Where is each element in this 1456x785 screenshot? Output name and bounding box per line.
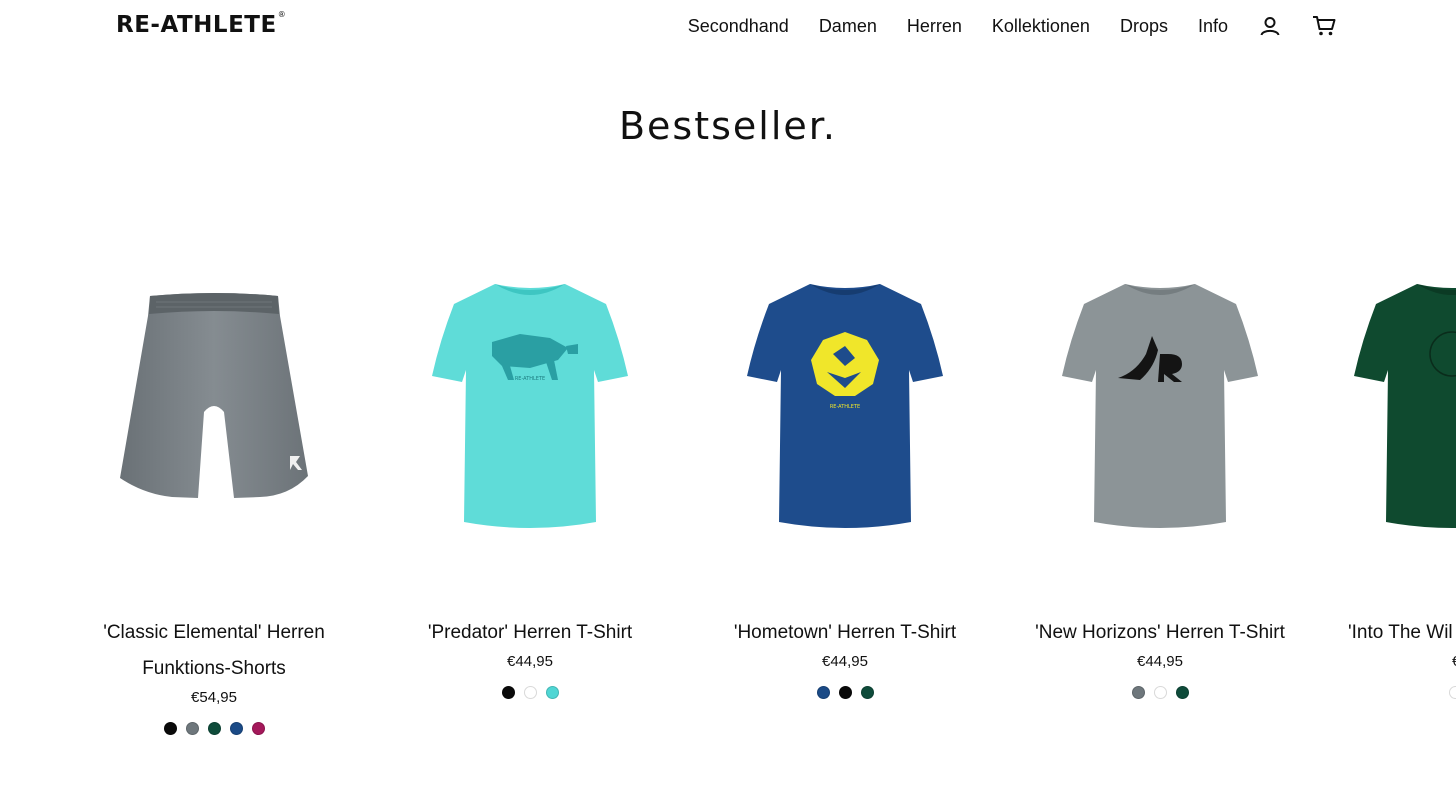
product-name[interactable]: 'Predator' Herren T-Shirt xyxy=(380,615,680,651)
swatch-white[interactable] xyxy=(1448,686,1456,699)
account-icon[interactable] xyxy=(1258,14,1282,38)
registered-mark: ® xyxy=(277,10,287,20)
swatch-grey[interactable] xyxy=(185,722,199,735)
color-swatches xyxy=(1010,686,1310,699)
product-image-shorts[interactable] xyxy=(64,250,364,570)
product-name[interactable]: 'New Horizons' Herren T-Shirt xyxy=(1010,615,1310,651)
swatch-grey[interactable] xyxy=(1131,686,1145,699)
product-image-tshirt-eagle[interactable] xyxy=(1010,250,1310,570)
product-card[interactable]: RE-ATHLETE 'Predator' Herren T-Shirt €44… xyxy=(380,250,680,699)
product-name[interactable]: 'Hometown' Herren T-Shirt xyxy=(695,615,995,651)
nav-item-secondhand[interactable]: Secondhand xyxy=(688,16,789,37)
swatch-black[interactable] xyxy=(838,686,852,699)
main-nav: Secondhand Damen Herren Kollektionen Dro… xyxy=(658,14,1336,38)
swatch-green[interactable] xyxy=(207,722,221,735)
swatch-green[interactable] xyxy=(1175,686,1189,699)
color-swatches xyxy=(64,722,364,735)
page: RE-ATHLETE® Secondhand Damen Herren Koll… xyxy=(0,0,1456,785)
color-swatches xyxy=(380,686,680,699)
swatch-green[interactable] xyxy=(860,686,874,699)
product-image-tshirt-lion[interactable]: RE-ATHLETE xyxy=(695,250,995,570)
svg-text:RE-ATHLETE: RE-ATHLETE xyxy=(515,376,545,382)
nav-item-drops[interactable]: Drops xyxy=(1120,16,1168,37)
product-name[interactable]: 'Into The Wil xyxy=(1326,615,1456,651)
product-name[interactable]: 'Classic Elemental' Herren Funktions-Sho… xyxy=(64,615,364,687)
product-card[interactable]: 'Into The Wil € xyxy=(1326,250,1456,699)
product-price: €44,95 xyxy=(822,653,868,670)
color-swatches xyxy=(695,686,995,699)
nav-item-herren[interactable]: Herren xyxy=(907,16,962,37)
swatch-white[interactable] xyxy=(1153,686,1167,699)
nav-item-info[interactable]: Info xyxy=(1198,16,1228,37)
product-image-tshirt-green[interactable] xyxy=(1326,250,1456,570)
cart-icon[interactable] xyxy=(1312,14,1336,38)
site-header: RE-ATHLETE® Secondhand Damen Herren Koll… xyxy=(0,0,1456,56)
product-card[interactable]: 'New Horizons' Herren T-Shirt €44,95 xyxy=(1010,250,1310,699)
product-card[interactable]: RE-ATHLETE 'Hometown' Herren T-Shirt €44… xyxy=(695,250,995,699)
nav-item-kollektionen[interactable]: Kollektionen xyxy=(992,16,1090,37)
swatch-black[interactable] xyxy=(163,722,177,735)
product-price: €44,95 xyxy=(507,653,553,670)
logo-text: RE-ATHLETE xyxy=(116,12,277,38)
product-price: €44,95 xyxy=(1137,653,1183,670)
product-price: €54,95 xyxy=(191,689,237,706)
swatch-turquoise[interactable] xyxy=(545,686,559,699)
section-title: Bestseller. xyxy=(618,104,838,148)
swatch-blue[interactable] xyxy=(229,722,243,735)
logo[interactable]: RE-ATHLETE® xyxy=(116,10,287,38)
swatch-white[interactable] xyxy=(523,686,537,699)
swatch-magenta[interactable] xyxy=(251,722,265,735)
swatch-blue[interactable] xyxy=(816,686,830,699)
product-price: € xyxy=(1326,653,1456,670)
swatch-black[interactable] xyxy=(501,686,515,699)
color-swatches xyxy=(1326,686,1456,699)
nav-item-damen[interactable]: Damen xyxy=(819,16,877,37)
svg-text:RE-ATHLETE: RE-ATHLETE xyxy=(830,404,860,410)
product-card[interactable]: 'Classic Elemental' Herren Funktions-Sho… xyxy=(64,250,364,735)
product-image-tshirt-bear[interactable]: RE-ATHLETE xyxy=(380,250,680,570)
